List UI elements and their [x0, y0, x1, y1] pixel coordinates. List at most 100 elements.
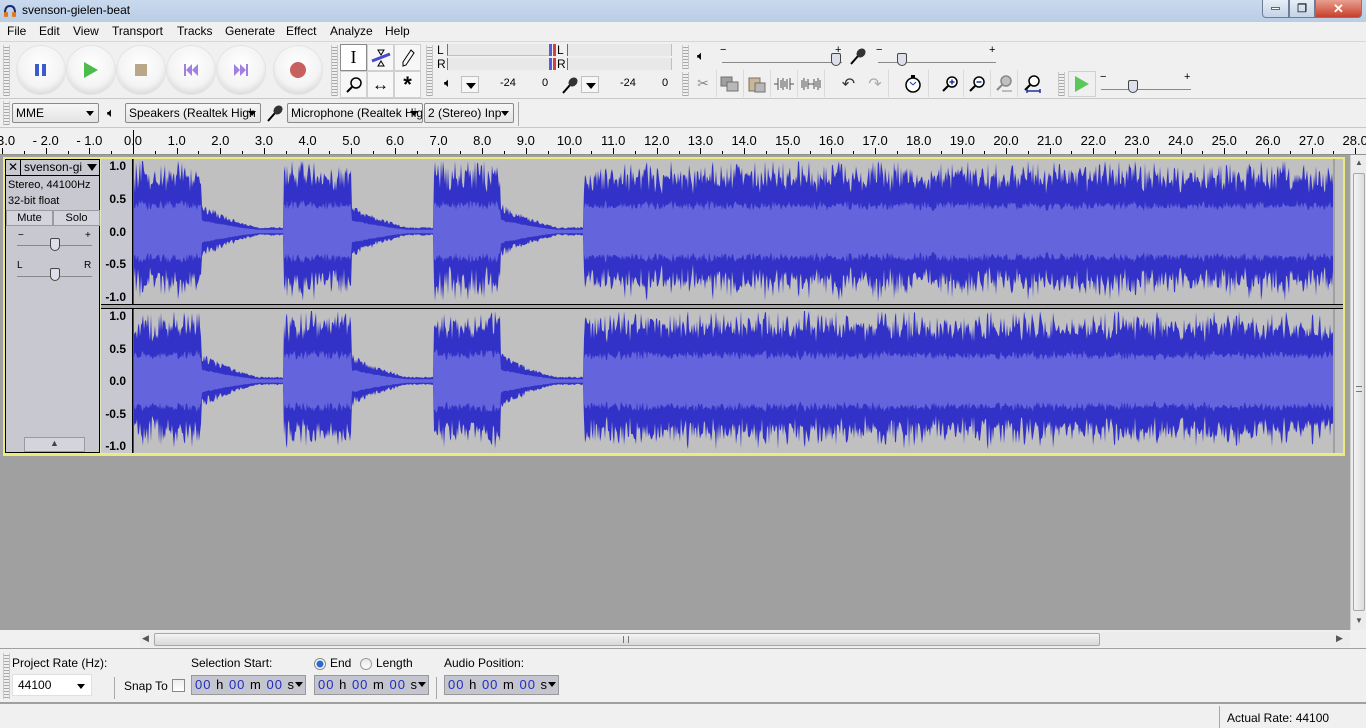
ruler-minor-tick	[722, 151, 724, 154]
mute-button[interactable]: Mute	[6, 210, 53, 226]
audio-host-select[interactable]: MME	[12, 103, 99, 123]
ruler-minor-tick	[1289, 151, 1291, 154]
menu-effect[interactable]: Effect	[286, 24, 316, 38]
zoom-tool-button[interactable]	[340, 71, 367, 98]
amplitude-scale-right-channel[interactable]: 1.0 0.5 0.0 -0.5 -1.0	[101, 309, 133, 453]
menu-view[interactable]: View	[73, 24, 99, 38]
recording-device-select[interactable]: Microphone (Realtek Hig	[287, 103, 423, 123]
track-name-menu[interactable]: svenson-gi	[21, 160, 100, 176]
play-button[interactable]	[66, 45, 116, 95]
horizontal-scrollbar[interactable]: ◀ ▶	[140, 632, 1350, 647]
solo-button[interactable]: Solo	[53, 210, 100, 226]
waveform-left-channel[interactable]	[133, 159, 1343, 304]
amplitude-scale-left-channel[interactable]: 1.0 0.5 0.0 -0.5 -1.0	[101, 159, 133, 304]
time-shift-tool-button[interactable]: ↔	[367, 71, 394, 98]
transport-toolbar-grip[interactable]	[3, 45, 10, 96]
timeline-ruler[interactable]: - 3.0- 2.0- 1.00.01.02.03.04.05.06.07.08…	[0, 128, 1366, 155]
input-volume-slider[interactable]	[878, 62, 996, 63]
playback-speed-slider[interactable]	[1101, 89, 1191, 90]
menu-edit[interactable]: Edit	[39, 24, 60, 38]
vertical-scrollbar[interactable]: ▲ ▼	[1350, 155, 1366, 630]
stop-button[interactable]	[116, 45, 166, 95]
pan-slider-thumb[interactable]	[49, 268, 60, 281]
redo-button[interactable]: ↷	[862, 70, 889, 97]
cut-button[interactable]: ✂	[690, 70, 717, 97]
selection-tool-button[interactable]: I	[340, 44, 367, 71]
playback-speed-thumb[interactable]	[1127, 80, 1138, 93]
ruler-minor-tick	[940, 151, 942, 154]
horizontal-scroll-thumb[interactable]	[154, 633, 1100, 646]
edit-toolbar-grip[interactable]	[682, 72, 689, 96]
gain-slider-thumb[interactable]	[49, 238, 60, 251]
playback-meter-right[interactable]	[447, 58, 556, 70]
fit-selection-button[interactable]	[991, 70, 1018, 97]
fit-project-button[interactable]	[1018, 70, 1045, 97]
selection-start-time[interactable]: 00 h 00 m 00 s	[191, 675, 306, 695]
zoom-in-button[interactable]	[937, 70, 964, 97]
menu-help[interactable]: Help	[385, 24, 410, 38]
envelope-tool-button[interactable]	[367, 44, 394, 71]
tools-toolbar-grip[interactable]	[331, 45, 338, 96]
minimize-button[interactable]	[1262, 0, 1289, 18]
sync-lock-button[interactable]	[897, 70, 929, 97]
play-at-speed-button[interactable]	[1068, 71, 1096, 97]
paste-icon	[748, 77, 766, 92]
ruler-label: 27.0	[1298, 133, 1325, 148]
track-close-button[interactable]: ✕	[6, 160, 21, 176]
record-meter-menu-button[interactable]	[581, 76, 599, 93]
output-volume-slider[interactable]	[722, 62, 842, 63]
skip-to-end-button[interactable]	[216, 45, 266, 95]
input-volume-thumb[interactable]	[896, 53, 907, 66]
menu-generate[interactable]: Generate	[225, 24, 275, 38]
record-meter-right[interactable]	[567, 58, 672, 70]
play-at-speed-grip[interactable]	[1058, 72, 1065, 96]
zoom-out-button[interactable]	[964, 70, 991, 97]
output-volume-thumb[interactable]	[831, 53, 841, 66]
ruler-label: 23.0	[1124, 133, 1150, 148]
undo-button[interactable]: ↶	[835, 70, 862, 97]
audio-position-time[interactable]: 00 h 00 m 00 s	[444, 675, 559, 695]
silence-button[interactable]	[798, 70, 825, 97]
trim-button[interactable]	[771, 70, 798, 97]
project-rate-select[interactable]: 44100	[12, 674, 92, 696]
snap-to-checkbox[interactable]	[172, 679, 185, 692]
length-radio[interactable]	[360, 658, 372, 670]
menu-analyze[interactable]: Analyze	[330, 24, 373, 38]
multi-tool-button[interactable]: *	[394, 71, 421, 98]
track-bit-depth: 32-bit float	[8, 195, 60, 207]
draw-tool-button[interactable]	[394, 44, 421, 71]
menu-tracks[interactable]: Tracks	[177, 24, 213, 38]
play-head-cursor[interactable]	[133, 130, 134, 154]
audio-position-label: Audio Position:	[444, 656, 525, 670]
playback-device-select[interactable]: Speakers (Realtek High	[125, 103, 261, 123]
ruler-minor-tick	[1333, 151, 1335, 154]
playback-meter-left[interactable]	[447, 44, 556, 56]
menu-transport[interactable]: Transport	[112, 24, 163, 38]
status-separator	[1219, 706, 1220, 728]
vertical-scroll-thumb[interactable]	[1353, 173, 1365, 611]
menu-file[interactable]: File	[7, 24, 26, 38]
restore-button[interactable]: ❐	[1289, 0, 1315, 18]
selection-toolbar-grip[interactable]	[3, 653, 10, 699]
pause-button[interactable]	[16, 45, 66, 95]
chevron-down-icon	[87, 164, 97, 171]
end-radio[interactable]	[314, 658, 326, 670]
amplitude-scale-label: -0.5	[105, 406, 126, 421]
recording-channels-select[interactable]: 2 (Stereo) Inp	[424, 103, 514, 123]
record-button[interactable]	[273, 45, 323, 95]
playback-meter-menu-button[interactable]	[461, 76, 479, 93]
skip-to-start-button[interactable]	[166, 45, 216, 95]
paste-button[interactable]	[744, 70, 771, 97]
mixer-toolbar-grip[interactable]	[682, 45, 689, 69]
record-meter-left[interactable]	[567, 44, 672, 56]
meter-toolbar-grip[interactable]	[426, 45, 433, 96]
playback-meter-tick-0: 0	[542, 77, 549, 89]
close-button[interactable]: ✕	[1315, 0, 1362, 18]
copy-button[interactable]	[717, 70, 744, 97]
waveform-right-channel[interactable]	[133, 309, 1343, 453]
collapse-track-button[interactable]: ▲	[24, 437, 85, 452]
selection-end-time[interactable]: 00 h 00 m 00 s	[314, 675, 429, 695]
device-toolbar-grip[interactable]	[3, 101, 10, 125]
stopwatch-icon	[904, 74, 921, 93]
ruler-label: 20.0	[993, 133, 1019, 148]
